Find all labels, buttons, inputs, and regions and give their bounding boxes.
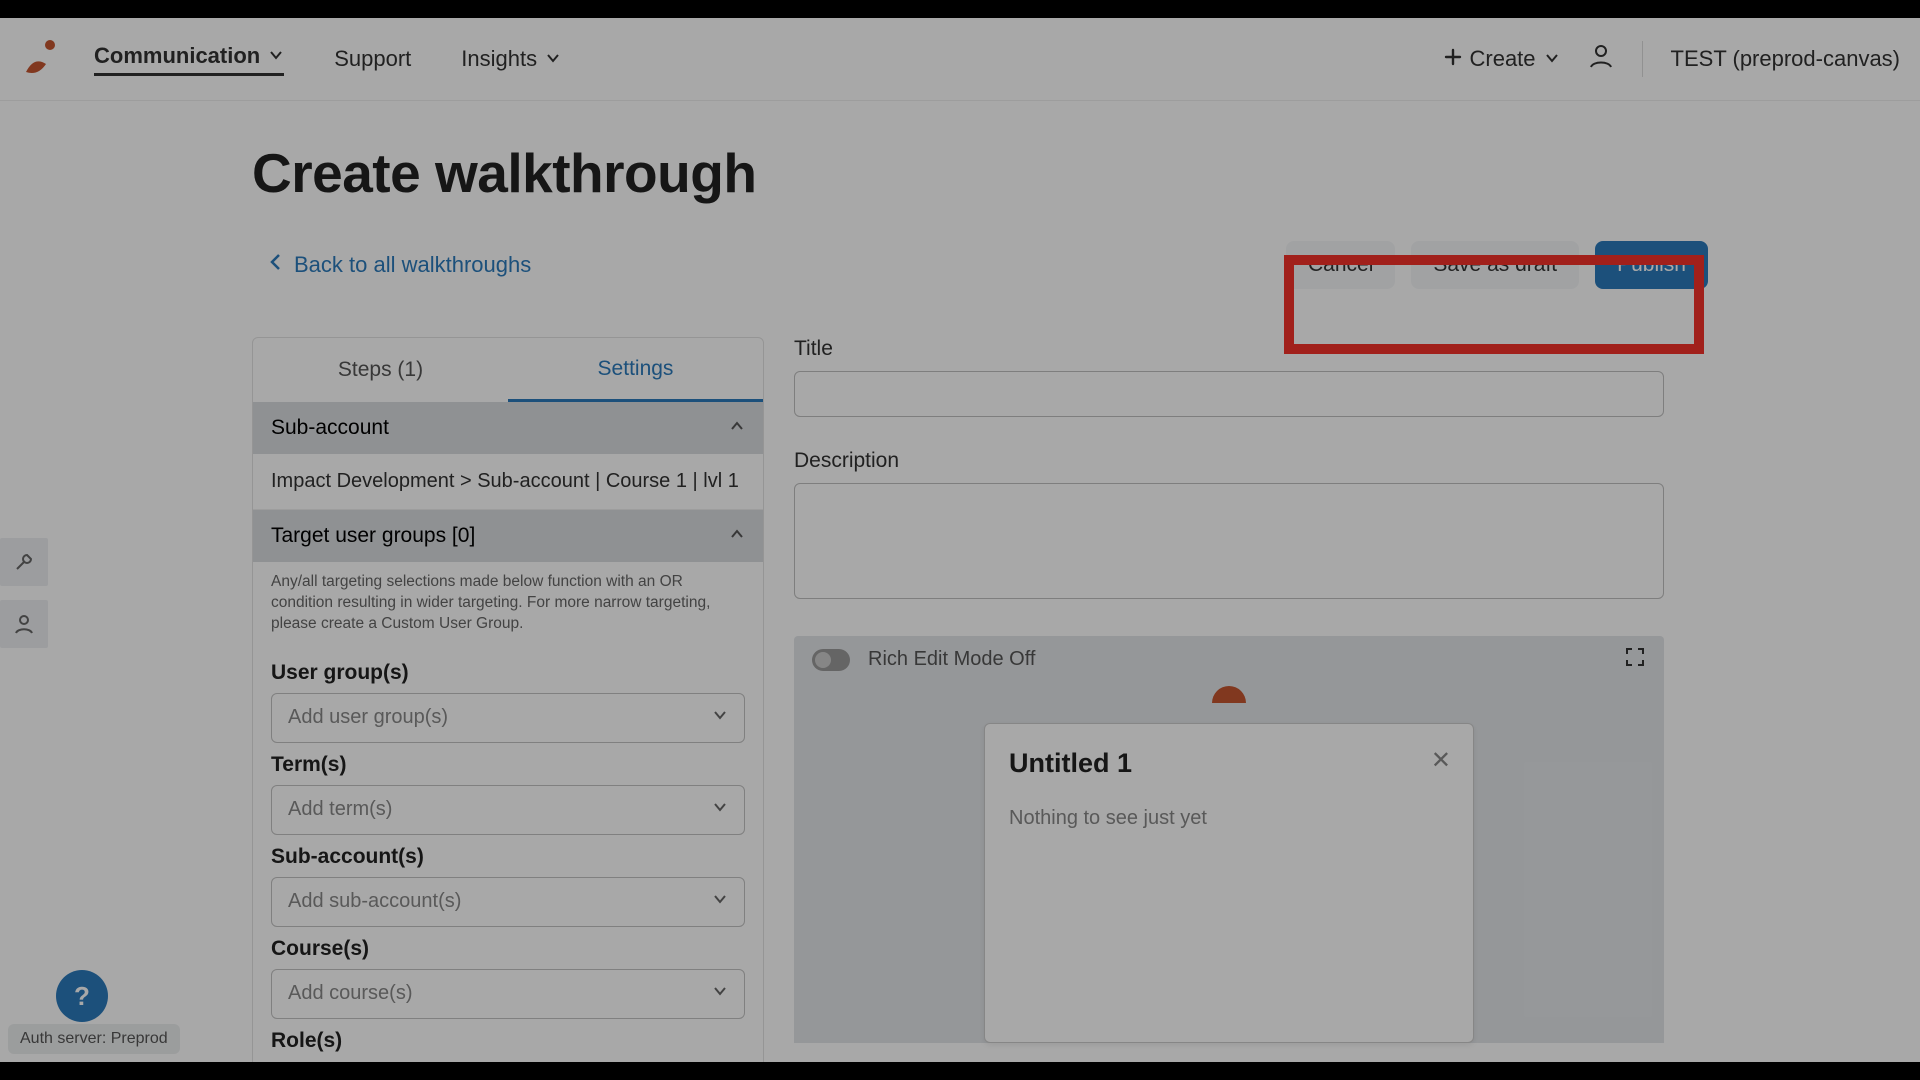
section-label: Target user groups [0] [271,524,475,548]
label-courses: Course(s) [271,937,745,961]
select-placeholder: Add term(s) [288,798,392,821]
page-title: Create walkthrough [252,141,1920,205]
tab-settings[interactable]: Settings [508,338,763,402]
chevron-up-icon [729,524,745,548]
create-label: Create [1470,46,1536,72]
select-courses[interactable]: Add course(s) [271,969,745,1019]
label-user-groups: User group(s) [271,661,745,685]
nav-label: Support [334,46,411,72]
settings-panel: Steps (1) Settings Sub-account Impact De… [252,337,764,1072]
content-panel: Title Description Rich Edit Mode Off [794,337,1664,1072]
nav-support[interactable]: Support [334,46,411,72]
select-user-groups[interactable]: Add user group(s) [271,693,745,743]
publish-button[interactable]: Publish [1595,241,1708,289]
subaccount-path: Impact Development > Sub-account | Cours… [253,454,763,510]
preview-card-body: Nothing to see just yet [1009,807,1449,830]
section-target-groups[interactable]: Target user groups [0] [253,510,763,562]
chevron-down-icon [712,798,728,821]
tab-steps[interactable]: Steps (1) [253,338,508,402]
select-placeholder: Add user group(s) [288,706,448,729]
cancel-button[interactable]: Cancel [1286,241,1395,289]
rich-edit-toggle[interactable] [812,649,850,671]
expand-icon[interactable] [1624,646,1646,673]
description-input[interactable] [794,483,1664,599]
select-terms[interactable]: Add term(s) [271,785,745,835]
preview-card-title: Untitled 1 [1009,748,1449,779]
chevron-down-icon [545,46,561,72]
section-subaccount[interactable]: Sub-account [253,402,763,454]
auth-server-chip: Auth server: Preprod [8,1024,180,1054]
nav-label: Communication [94,43,260,69]
chevron-down-icon [1544,46,1560,72]
label-terms: Term(s) [271,753,745,777]
nav-insights[interactable]: Insights [461,46,561,72]
chevron-down-icon [712,982,728,1005]
back-link[interactable]: Back to all walkthroughs [268,252,531,278]
nav-label: Insights [461,46,537,72]
user-icon[interactable] [1588,43,1614,75]
select-placeholder: Add course(s) [288,982,413,1005]
preview-pane: Rich Edit Mode Off Untitled 1 ✕ Nothing … [794,636,1664,1043]
label-roles: Role(s) [271,1029,745,1053]
topbar: Communication Support Insights Create [0,18,1920,101]
chevron-down-icon [712,706,728,729]
action-buttons: Cancel Save as draft Publish [1286,241,1708,289]
back-link-label: Back to all walkthroughs [294,252,531,278]
select-subaccounts[interactable]: Add sub-account(s) [271,877,745,927]
divider [1642,41,1643,77]
main-nav: Communication Support Insights [94,43,561,76]
label-description: Description [794,449,1664,473]
target-help-text: Any/all targeting selections made below … [253,562,763,645]
help-fab[interactable]: ? [56,970,108,1022]
step-marker-icon [1212,686,1246,703]
select-placeholder: Add sub-account(s) [288,890,461,913]
chevron-left-icon [268,252,284,278]
label-subaccounts: Sub-account(s) [271,845,745,869]
rich-edit-label: Rich Edit Mode Off [868,648,1035,671]
chevron-down-icon [712,890,728,913]
title-input[interactable] [794,371,1664,417]
app-logo [20,38,62,80]
label-title: Title [794,337,1664,361]
nav-communication[interactable]: Communication [94,43,284,76]
preview-card: Untitled 1 ✕ Nothing to see just yet [984,723,1474,1043]
save-draft-button[interactable]: Save as draft [1411,241,1579,289]
section-label: Sub-account [271,416,389,440]
tenant-label: TEST (preprod-canvas) [1671,46,1900,72]
close-icon[interactable]: ✕ [1431,746,1451,775]
plus-icon [1444,46,1462,72]
chevron-down-icon [268,43,284,69]
create-button[interactable]: Create [1444,46,1560,72]
chevron-up-icon [729,416,745,440]
